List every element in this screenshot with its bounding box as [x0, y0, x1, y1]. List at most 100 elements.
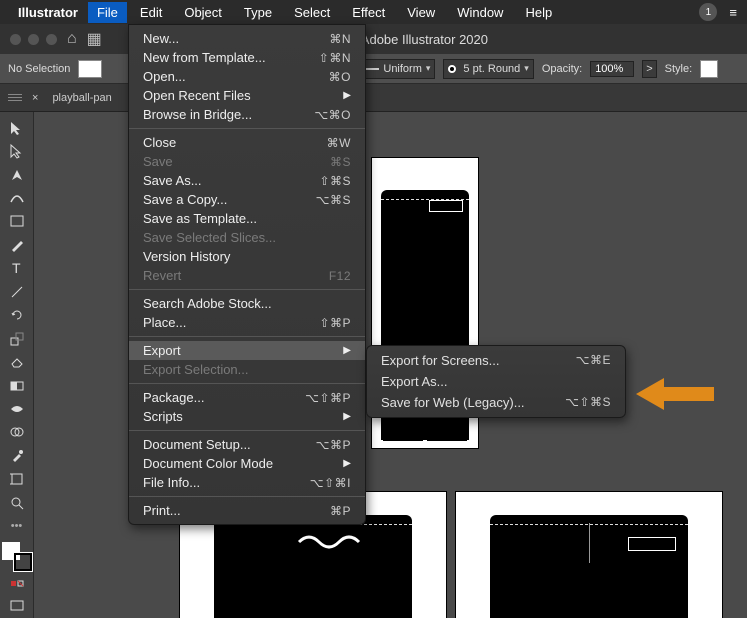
menu-item-print[interactable]: Print...⌘P — [129, 501, 365, 520]
menu-item-save-as[interactable]: Save As...⇧⌘S — [129, 171, 365, 190]
menu-item-label: Open Recent Files — [143, 88, 251, 103]
direct-selection-tool[interactable] — [2, 139, 32, 162]
submenu-item-label: Save for Web (Legacy)... — [381, 395, 525, 410]
menu-item-label: Revert — [143, 268, 181, 283]
menu-item-package[interactable]: Package...⌥⇧⌘P — [129, 388, 365, 407]
menu-object[interactable]: Object — [175, 2, 231, 23]
line-tool[interactable] — [2, 280, 32, 303]
shortcut-label: ⌘W — [327, 136, 351, 150]
menu-file[interactable]: File — [88, 2, 127, 23]
eraser-tool[interactable] — [2, 350, 32, 373]
document-tab[interactable]: playball-pan — [52, 92, 111, 104]
menu-item-label: Save as Template... — [143, 211, 257, 226]
selection-tool[interactable] — [2, 116, 32, 139]
opacity-input[interactable]: 100% — [590, 61, 634, 77]
opacity-chevron-icon[interactable]: > — [642, 60, 656, 78]
close-tab-icon[interactable]: × — [32, 92, 38, 104]
shortcut-label: ⌥⇧⌘S — [565, 395, 611, 410]
menu-select[interactable]: Select — [285, 2, 339, 23]
macos-menubar: Illustrator File Edit Object Type Select… — [0, 0, 747, 24]
fill-stroke-control[interactable] — [2, 542, 32, 571]
shape-builder-tool[interactable] — [2, 421, 32, 444]
menu-type[interactable]: Type — [235, 2, 281, 23]
opacity-label: Opacity: — [542, 63, 582, 75]
menu-item-open-recent-files[interactable]: Open Recent Files▶ — [129, 86, 365, 105]
submenu-item-label: Export As... — [381, 374, 447, 389]
menu-item-close[interactable]: Close⌘W — [129, 133, 365, 152]
menu-item-label: Export — [143, 343, 181, 358]
menu-item-revert: Revert F12 — [129, 266, 365, 285]
menu-help[interactable]: Help — [516, 2, 561, 23]
gradient-tool[interactable] — [2, 374, 32, 397]
shortcut-label: ⌘N — [329, 32, 351, 46]
menu-item-label: Export Selection... — [143, 362, 249, 377]
rotate-tool[interactable] — [2, 304, 32, 327]
paintbrush-tool[interactable] — [2, 233, 32, 256]
menu-item-label: Save As... — [143, 173, 202, 188]
stroke-swatch[interactable] — [14, 553, 32, 571]
menu-item-version-history[interactable]: Version History — [129, 247, 365, 266]
artboard-tool[interactable] — [2, 468, 32, 491]
zoom-tool[interactable] — [2, 491, 32, 514]
svg-text:T: T — [12, 260, 21, 276]
cc-notification-badge[interactable]: 1 — [699, 3, 717, 21]
brush-label: 5 pt. Round — [463, 63, 520, 75]
shortcut-label: ⌘O — [329, 70, 351, 84]
graphic-style-swatch[interactable] — [700, 60, 718, 78]
file-menu-dropdown: New...⌘NNew from Template...⇧⌘NOpen...⌘O… — [128, 24, 366, 525]
menu-item-label: Document Color Mode — [143, 456, 273, 471]
menu-item-browse-in-bridge[interactable]: Browse in Bridge...⌥⌘O — [129, 105, 365, 124]
shortcut-label: ⌥⌘E — [576, 353, 611, 368]
shortcut-label: F12 — [329, 269, 351, 283]
menu-item-save-a-copy[interactable]: Save a Copy...⌥⌘S — [129, 190, 365, 209]
app-name[interactable]: Illustrator — [18, 5, 78, 20]
menu-item-label: Version History — [143, 249, 230, 264]
menu-item-search-adobe-stock[interactable]: Search Adobe Stock... — [129, 294, 365, 313]
home-icon[interactable]: ⌂ — [67, 30, 77, 48]
shortcut-label: ⇧⌘N — [319, 51, 351, 65]
menu-item-save-as-template[interactable]: Save as Template... — [129, 209, 365, 228]
menu-item-label: Document Setup... — [143, 437, 251, 452]
color-mode-icon[interactable] — [2, 571, 32, 594]
arrange-documents-icon[interactable]: ▦ — [87, 29, 102, 49]
menu-item-file-info[interactable]: File Info...⌥⇧⌘I — [129, 473, 365, 492]
menu-item-label: Place... — [143, 315, 186, 330]
submenu-item-export-for-screens[interactable]: Export for Screens...⌥⌘E — [367, 350, 625, 371]
menu-item-open[interactable]: Open...⌘O — [129, 67, 365, 86]
menu-item-scripts[interactable]: Scripts▶ — [129, 407, 365, 426]
pen-tool[interactable] — [2, 163, 32, 186]
menu-item-label: Save — [143, 154, 173, 169]
menu-view[interactable]: View — [398, 2, 444, 23]
brush-dropdown[interactable]: 5 pt. Round ▾ — [443, 59, 533, 79]
submenu-item-export-as[interactable]: Export As... — [367, 371, 625, 392]
submenu-item-save-for-web-legacy[interactable]: Save for Web (Legacy)... ⌥⇧⌘S — [367, 392, 625, 413]
more-tools-icon[interactable]: ••• — [2, 514, 32, 537]
shortcut-label: ⌥⌘P — [316, 438, 351, 452]
menu-item-place[interactable]: Place...⇧⌘P — [129, 313, 365, 332]
menu-item-export-selection: Export Selection... — [129, 360, 365, 379]
traffic-lights[interactable] — [10, 34, 57, 45]
eyedropper-tool[interactable] — [2, 444, 32, 467]
shortcut-label: ⌘P — [330, 504, 351, 518]
menu-item-export[interactable]: Export▶ — [129, 341, 365, 360]
artwork-pants-back-2[interactable] — [490, 515, 688, 618]
shortcut-label: ⌥⌘S — [316, 193, 351, 207]
menu-item-label: Search Adobe Stock... — [143, 296, 272, 311]
curvature-tool[interactable] — [2, 186, 32, 209]
rectangle-tool[interactable] — [2, 210, 32, 233]
menu-item-new[interactable]: New...⌘N — [129, 29, 365, 48]
menu-item-document-color-mode[interactable]: Document Color Mode▶ — [129, 454, 365, 473]
fill-stroke-swatches[interactable] — [78, 60, 102, 78]
panel-menu-icon[interactable] — [8, 94, 22, 101]
screen-mode-icon[interactable] — [2, 595, 32, 618]
menubar-overflow-icon: ≡ — [729, 5, 739, 20]
shortcut-label: ⌥⇧⌘I — [310, 476, 351, 490]
menu-item-document-setup[interactable]: Document Setup... ⌥⌘P — [129, 435, 365, 454]
menu-window[interactable]: Window — [448, 2, 512, 23]
menu-edit[interactable]: Edit — [131, 2, 171, 23]
menu-effect[interactable]: Effect — [343, 2, 394, 23]
menu-item-new-from-template[interactable]: New from Template...⇧⌘N — [129, 48, 365, 67]
width-tool[interactable] — [2, 397, 32, 420]
type-tool[interactable]: T — [2, 257, 32, 280]
scale-tool[interactable] — [2, 327, 32, 350]
